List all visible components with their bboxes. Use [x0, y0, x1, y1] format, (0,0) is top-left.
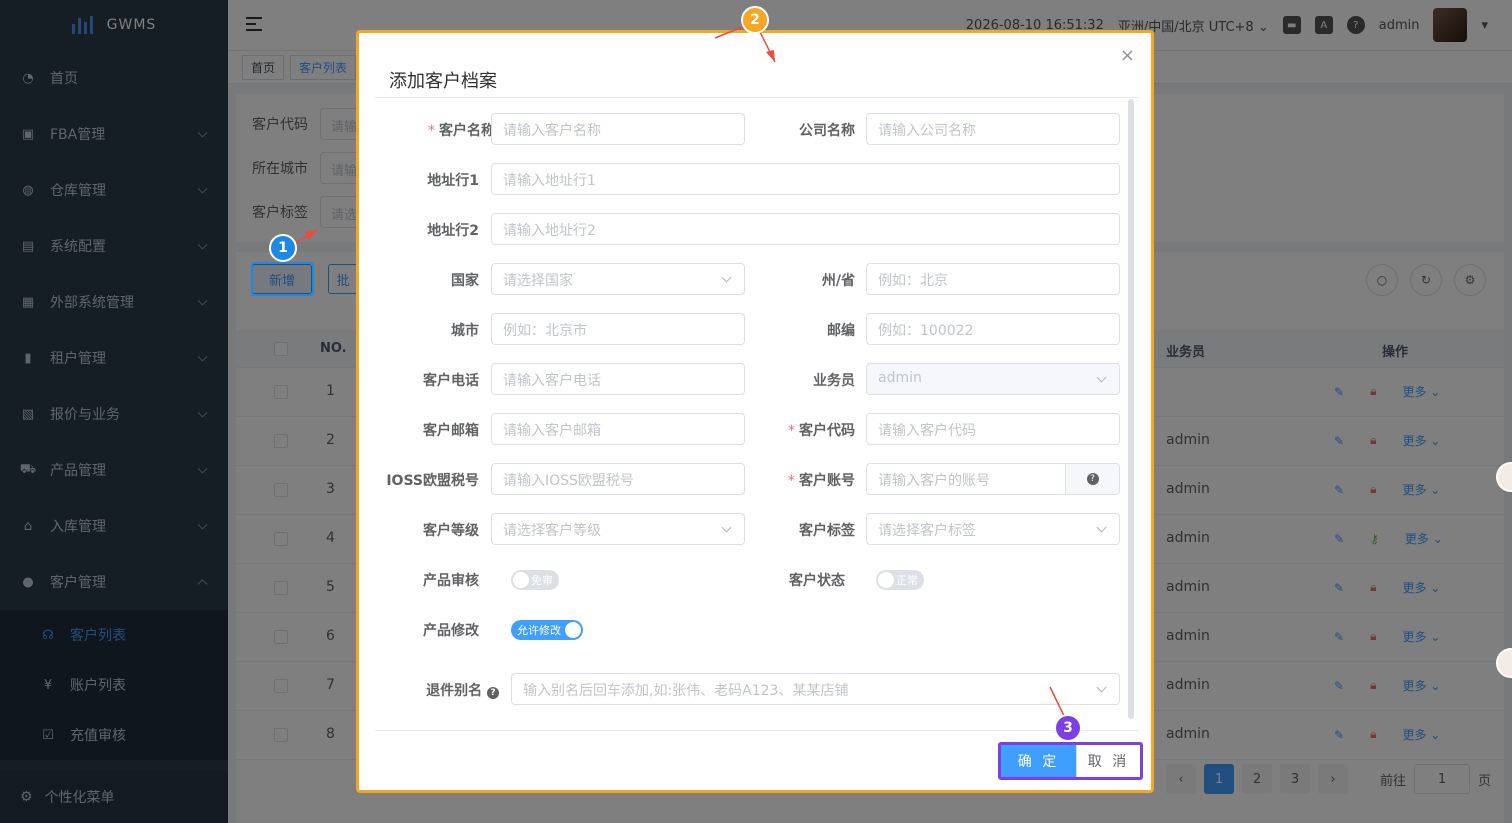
phone-input[interactable]: 请输入客户电话 — [491, 363, 745, 395]
address1-input[interactable]: 请输入地址行1 — [491, 163, 1120, 195]
product-review-switch[interactable]: 免审 — [511, 570, 559, 590]
city-input[interactable]: 例如：北京市 — [491, 313, 745, 345]
customer-status-label: 客户状态 — [789, 573, 845, 589]
question-icon: ? — [1086, 473, 1099, 485]
state-input[interactable]: 例如：北京 — [866, 263, 1120, 295]
product-modify-switch[interactable]: 允许修改 — [511, 620, 583, 640]
country-select[interactable]: 请选择国家 — [491, 263, 745, 295]
return-alias-select[interactable]: 输入别名后回车添加,如:张伟、老码A123、某某店铺 — [511, 673, 1120, 705]
cancel-button[interactable]: 取 消 — [1076, 745, 1140, 777]
divider — [375, 730, 1139, 731]
account-placeholder: 请输入客户的账号 — [878, 473, 990, 489]
level-placeholder: 请选择客户等级 — [503, 523, 601, 539]
customer-tag-label: 客户标签 — [799, 523, 855, 539]
salesperson-label: 业务员 — [813, 373, 855, 389]
address1-label: 地址行1 — [427, 173, 479, 189]
add-customer-dialog: 添加客户档案 × * 客户名称 请输入客户名称 公司名称 请输入公司名称 地址行1… — [356, 30, 1154, 793]
email-input[interactable]: 请输入客户邮箱 — [491, 413, 745, 445]
ioss-input[interactable]: 请输入IOSS欧盟税号 — [491, 463, 745, 495]
product-review-label: 产品审核 — [423, 573, 479, 589]
zip-label: 邮编 — [827, 323, 855, 339]
switch-knob — [565, 622, 581, 638]
city-label: 城市 — [451, 323, 479, 339]
salesperson-value: admin — [878, 370, 922, 386]
phone-label: 客户电话 — [423, 373, 479, 389]
chevron-down-icon — [1096, 682, 1107, 693]
customer-status-switch[interactable]: 正常 — [876, 570, 924, 590]
return-alias-label: 退件别名 ? — [375, 680, 499, 700]
chevron-down-icon — [1096, 522, 1107, 533]
country-placeholder: 请选择国家 — [503, 273, 573, 289]
product-modify-label: 产品修改 — [423, 623, 479, 639]
dialog-form: * 客户名称 请输入客户名称 公司名称 请输入公司名称 地址行1 请输入地址行1 … — [375, 98, 1139, 730]
question-icon[interactable]: ? — [487, 687, 499, 699]
account-label: * 客户账号 — [788, 473, 855, 489]
annotation-badge-3: 3 — [1054, 714, 1082, 742]
chevron-down-icon — [1096, 372, 1107, 383]
account-help[interactable]: ? — [1065, 464, 1119, 494]
annotation-badge-1: 1 — [269, 234, 297, 262]
address2-input[interactable]: 请输入地址行2 — [491, 213, 1120, 245]
confirm-button[interactable]: 确 定 — [1001, 745, 1076, 777]
email-label: 客户邮箱 — [423, 423, 479, 439]
label-text: 客户名称 — [439, 123, 495, 139]
salesperson-select: admin — [866, 363, 1120, 395]
state-label: 州/省 — [821, 273, 855, 289]
switch-text: 允许修改 — [517, 624, 561, 637]
add-button-highlight — [251, 262, 314, 296]
customer-tag-placeholder: 请选择客户标签 — [878, 523, 976, 539]
dialog-title: 添加客户档案 — [389, 71, 497, 92]
ioss-label: IOSS欧盟税号 — [386, 473, 479, 489]
level-label: 客户等级 — [423, 523, 479, 539]
level-select[interactable]: 请选择客户等级 — [491, 513, 745, 545]
customer-name-label: * 客户名称 — [428, 123, 495, 139]
customer-code-input[interactable]: 请输入客户代码 — [866, 413, 1120, 445]
zip-input[interactable]: 例如：100022 — [866, 313, 1120, 345]
label-text: 退件别名 — [426, 683, 483, 699]
dialog-scrollbar[interactable] — [1128, 99, 1134, 719]
return-alias-placeholder: 输入别名后回车添加,如:张伟、老码A123、某某店铺 — [523, 683, 849, 699]
country-label: 国家 — [451, 273, 479, 289]
switch-knob — [878, 572, 894, 588]
switch-knob — [513, 572, 529, 588]
address2-label: 地址行2 — [427, 223, 479, 239]
dialog-actions: 确 定 取 消 — [998, 742, 1143, 780]
close-icon[interactable]: × — [1120, 45, 1135, 66]
account-input[interactable]: 请输入客户的账号? — [866, 463, 1120, 495]
label-text: 客户代码 — [799, 423, 855, 439]
chevron-down-icon — [721, 272, 732, 283]
customer-code-label: * 客户代码 — [788, 423, 855, 439]
label-text: 客户账号 — [799, 473, 855, 489]
annotation-badge-2: 2 — [741, 6, 769, 34]
company-name-label: 公司名称 — [799, 123, 855, 139]
customer-name-input[interactable]: 请输入客户名称 — [491, 113, 745, 145]
customer-tag-select[interactable]: 请选择客户标签 — [866, 513, 1120, 545]
company-name-input[interactable]: 请输入公司名称 — [866, 113, 1120, 145]
chevron-down-icon — [721, 522, 732, 533]
switch-text: 免审 — [531, 574, 553, 587]
switch-text: 正常 — [896, 574, 918, 587]
